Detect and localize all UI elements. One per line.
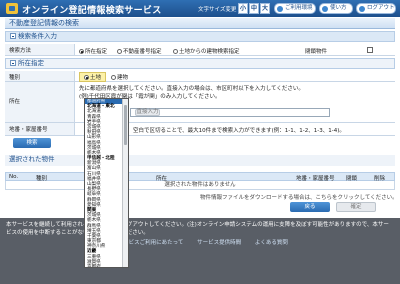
collapse-icon[interactable] (10, 33, 16, 39)
type-label: 種別 (5, 71, 75, 81)
radio-icon[interactable] (79, 49, 84, 54)
type-option-building[interactable]: 建物 (111, 73, 128, 81)
environment-button[interactable]: ご利用環境 (274, 3, 316, 14)
lot-hint: 空白で区切ることで、最大10件まで検索入力ができます(例：1-1、1-2、1-3… (133, 128, 345, 134)
direct-input-button[interactable]: 直接入力 (135, 109, 160, 116)
footer-links: 本サービスご利用にあたって サービス提供時間 よくある質問 (0, 238, 400, 246)
font-size-label: 文字サイズ変更 (198, 7, 237, 13)
back-button[interactable]: 戻る (290, 202, 330, 212)
info-icon (277, 5, 283, 12)
radio-icon[interactable] (84, 75, 89, 80)
selected-section-header: 選択された物件 (5, 155, 395, 166)
help-label: 使い方 (330, 5, 347, 11)
selected-section-title: 選択された物件 (9, 155, 55, 163)
method-option-location[interactable]: 所在指定 (79, 47, 107, 55)
help-button[interactable]: 使い方 (319, 3, 353, 14)
closed-checkbox[interactable] (367, 47, 373, 55)
search-button[interactable]: 検索 (13, 138, 51, 148)
type-row: 種別 土地 建物 (5, 71, 395, 82)
font-medium-button[interactable]: 中 (249, 3, 259, 14)
logout-button[interactable]: ログアウト (356, 3, 396, 14)
page-title: 不動産登記情報の検索 (5, 18, 395, 29)
footer-bottom (0, 246, 400, 284)
location-section-header[interactable]: 所在指定 (5, 58, 395, 69)
method-row: 検索方法 所在指定 不動産番号指定 土地からの建物検索指定 閉鎖物件 (5, 44, 395, 56)
method-option-number[interactable]: 不動産番号指定 (117, 47, 162, 55)
col-no: No. (9, 174, 19, 180)
logout-icon (359, 5, 365, 12)
location-row: 所在 先に都道府県を選択してください。直接入力の場合は、市区町村以下を入力してく… (5, 82, 395, 123)
scroll-thumb[interactable] (124, 105, 127, 145)
location-input[interactable] (130, 108, 330, 117)
lot-label: 地番・家屋番号 (5, 123, 75, 135)
location-label: 所在 (5, 82, 75, 122)
collapse-icon[interactable] (10, 60, 16, 66)
logo-icon (6, 3, 18, 14)
radio-icon[interactable] (117, 49, 122, 54)
search-section-header[interactable]: 検索条件入力 (5, 31, 395, 42)
closed-label: 閉鎖物件 (305, 49, 328, 55)
font-large-button[interactable]: 大 (260, 3, 270, 14)
logout-label: ログアウト (367, 5, 395, 11)
question-icon (322, 5, 328, 12)
font-small-button[interactable]: 小 (238, 3, 248, 14)
empty-row: 選択された物件はありません (5, 181, 395, 190)
search-section-title: 検索条件入力 (18, 32, 57, 40)
app-header: オンライン登記情報検索サービス 文字サイズ変更 小 中 大 ご利用環境 使い方 … (0, 0, 400, 17)
type-option-land[interactable]: 土地 (79, 72, 107, 82)
environment-label: ご利用環境 (285, 5, 313, 11)
lot-row: 地番・家屋番号 空白で区切ることで、最大10件まで検索入力ができます(例：1-1… (5, 123, 395, 136)
download-note[interactable]: 物件情報ファイルをダウンロードする場合は、こちらをクリックしてください。 (200, 193, 398, 201)
prefecture-dropdown-list[interactable]: 都道府県 北海道・東北 北海道 青森県 岩手県 宮城県 秋田県 山形県 福島県 茨城県 栃木県 甲信越… (84, 98, 129, 268)
dropdown-scrollbar[interactable] (122, 99, 128, 267)
confirm-button[interactable]: 確定 (336, 202, 376, 212)
app-title: オンライン登記情報検索サービス (22, 6, 162, 16)
radio-icon[interactable] (111, 75, 116, 80)
radio-icon[interactable] (173, 49, 178, 54)
selected-table-header: No. 種別 所在 地番・家屋番号 閉鎖 削除 (5, 172, 395, 182)
method-option-building[interactable]: 土地からの建物検索指定 (173, 47, 240, 55)
location-section-title: 所在指定 (18, 59, 44, 67)
method-label: 検索方法 (5, 44, 75, 55)
location-hint-1: 先に都道府県を選択してください。直接入力の場合は、市区町村以下を入力してください… (79, 86, 304, 92)
